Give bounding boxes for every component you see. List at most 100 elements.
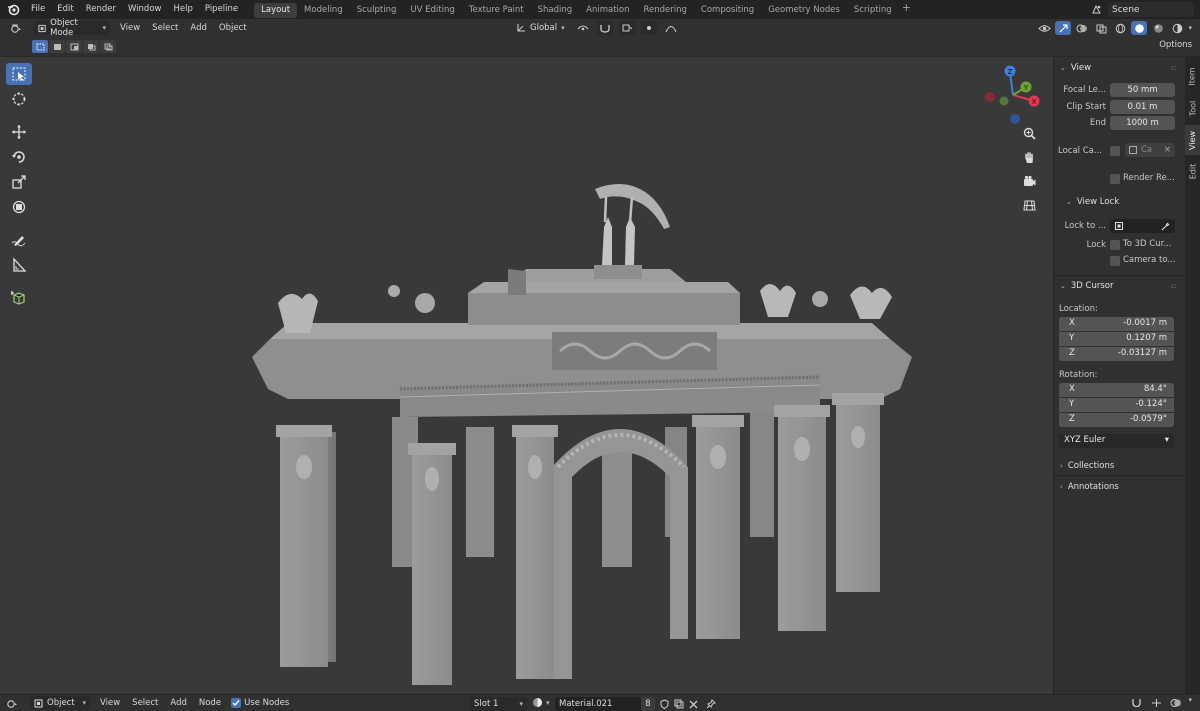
- drag-handle-icon[interactable]: ::::: [1170, 282, 1177, 290]
- camera-to-view-checkbox[interactable]: [1110, 256, 1120, 266]
- cursor-rotation-x-field[interactable]: X 84.4°: [1059, 383, 1174, 397]
- cursor-tool-icon[interactable]: [6, 88, 32, 110]
- user-count-badge[interactable]: 8: [641, 697, 655, 711]
- gizmo-toggle-icon[interactable]: [1055, 21, 1072, 35]
- shading-solid-icon[interactable]: [1131, 21, 1148, 35]
- 3d-viewport[interactable]: Z Y X: [0, 57, 1053, 694]
- shader-type-dropdown[interactable]: Object ▾: [30, 696, 90, 710]
- axis-neg-y-icon[interactable]: [999, 96, 1009, 106]
- menu-help[interactable]: Help: [167, 0, 198, 19]
- chevron-down-icon[interactable]: ▾: [1188, 696, 1192, 710]
- xray-icon[interactable]: [1093, 21, 1109, 35]
- triumphal-arch-model[interactable]: [240, 127, 930, 694]
- local-camera-field[interactable]: Ca ×: [1125, 143, 1175, 157]
- menu-pipeline[interactable]: Pipeline: [199, 0, 244, 19]
- editor-type-icon[interactable]: [8, 21, 24, 35]
- tab-texture-paint[interactable]: Texture Paint: [462, 3, 531, 18]
- focal-length-field[interactable]: 50 mm: [1110, 83, 1175, 97]
- snap-element-icon[interactable]: [1148, 696, 1164, 710]
- chevron-down-icon[interactable]: ▾: [1188, 24, 1192, 32]
- rotate-tool-icon[interactable]: [6, 146, 32, 168]
- view-panel-header[interactable]: ⌄ View: [1060, 63, 1091, 73]
- select-box-tool-icon[interactable]: [6, 63, 32, 85]
- menu-window[interactable]: Window: [122, 0, 168, 19]
- to-3d-cursor-checkbox[interactable]: [1110, 240, 1120, 250]
- snap-target-icon[interactable]: [618, 21, 635, 35]
- shading-material-icon[interactable]: [1150, 21, 1166, 35]
- menu-file[interactable]: File: [25, 0, 51, 19]
- tab-scripting[interactable]: Scripting: [847, 3, 899, 18]
- shading-rendered-icon[interactable]: [1169, 21, 1185, 35]
- pivot-point-icon[interactable]: [575, 21, 591, 35]
- snap-toggle-icon[interactable]: [596, 21, 613, 35]
- scale-tool-icon[interactable]: [6, 171, 32, 193]
- zoom-icon[interactable]: [1018, 123, 1040, 143]
- tab-geometry-nodes[interactable]: Geometry Nodes: [761, 3, 847, 18]
- add-workspace-button[interactable]: +: [902, 1, 911, 18]
- select-intersect-icon[interactable]: [100, 40, 116, 53]
- camera-view-icon[interactable]: [1018, 171, 1040, 191]
- snap-icon[interactable]: [1128, 696, 1144, 710]
- tab-shading[interactable]: Shading: [531, 3, 580, 18]
- cursor-rotation-y-field[interactable]: Y -0.124°: [1059, 398, 1174, 412]
- menu-edit[interactable]: Edit: [51, 0, 79, 19]
- tab-layout[interactable]: Layout: [254, 3, 298, 18]
- axis-neg-x-icon[interactable]: [985, 92, 995, 102]
- local-camera-checkbox[interactable]: [1110, 146, 1120, 156]
- proportional-editing-icon[interactable]: [640, 21, 657, 35]
- pin-icon[interactable]: [703, 697, 719, 711]
- cursor-location-x-field[interactable]: X -0.0017 m: [1059, 317, 1174, 331]
- use-nodes-toggle[interactable]: Use Nodes: [231, 698, 289, 708]
- menu-render[interactable]: Render: [80, 0, 122, 19]
- blender-logo-icon[interactable]: [5, 2, 21, 18]
- select-set-icon[interactable]: [32, 40, 48, 53]
- visibility-icon[interactable]: [1036, 21, 1052, 35]
- select-invert-icon[interactable]: [83, 40, 99, 53]
- tab-item[interactable]: Item: [1185, 61, 1200, 91]
- menu-view[interactable]: View: [94, 698, 126, 708]
- add-cube-tool-icon[interactable]: [6, 287, 32, 309]
- mode-dropdown[interactable]: Object Mode ▾: [34, 18, 110, 38]
- navigation-gizmo[interactable]: Z Y X: [978, 63, 1048, 129]
- collections-panel-header[interactable]: › Collections: [1060, 461, 1114, 471]
- menu-select[interactable]: Select: [126, 698, 164, 708]
- falloff-icon[interactable]: [663, 21, 679, 35]
- select-subtract-icon[interactable]: [66, 40, 82, 53]
- material-name-field[interactable]: Material.021: [555, 697, 641, 711]
- eyedropper-icon[interactable]: [1161, 222, 1170, 231]
- annotations-panel-header[interactable]: › Annotations: [1060, 482, 1119, 492]
- clear-icon[interactable]: ×: [1164, 145, 1171, 155]
- menu-add[interactable]: Add: [184, 23, 212, 33]
- overlays-icon[interactable]: [1074, 21, 1090, 35]
- view-lock-panel-header[interactable]: ⌄ View Lock: [1066, 197, 1119, 207]
- tab-uv-editing[interactable]: UV Editing: [403, 3, 461, 18]
- clip-end-field[interactable]: 1000 m: [1110, 116, 1175, 130]
- render-region-checkbox[interactable]: [1110, 174, 1120, 184]
- drag-handle-icon[interactable]: ::::: [1170, 64, 1177, 72]
- select-extend-icon[interactable]: [49, 40, 65, 53]
- shading-wireframe-icon[interactable]: [1112, 21, 1128, 35]
- scene-selector[interactable]: Scene: [1108, 2, 1194, 17]
- tab-animation[interactable]: Animation: [579, 3, 636, 18]
- annotate-tool-icon[interactable]: [6, 229, 32, 251]
- scene-icon[interactable]: [1088, 2, 1104, 17]
- menu-node[interactable]: Node: [193, 698, 227, 708]
- tab-tool[interactable]: Tool: [1185, 93, 1200, 123]
- checkmark-icon[interactable]: [231, 698, 242, 708]
- menu-add[interactable]: Add: [164, 698, 192, 708]
- menu-view[interactable]: View: [114, 23, 146, 33]
- menu-object[interactable]: Object: [213, 23, 253, 33]
- perspective-toggle-icon[interactable]: [1018, 195, 1040, 215]
- measure-tool-icon[interactable]: [6, 254, 32, 276]
- pan-hand-icon[interactable]: [1018, 147, 1040, 167]
- tab-compositing[interactable]: Compositing: [694, 3, 761, 18]
- tab-edit[interactable]: Edit: [1185, 157, 1200, 185]
- transform-tool-icon[interactable]: [6, 196, 32, 218]
- overlay-icon[interactable]: [1168, 696, 1184, 710]
- cursor-location-y-field[interactable]: Y 0.1207 m: [1059, 332, 1174, 346]
- slot-dropdown[interactable]: Slot 1 ▾: [470, 697, 527, 711]
- fake-user-shield-icon[interactable]: [656, 697, 672, 711]
- tab-sculpting[interactable]: Sculpting: [350, 3, 404, 18]
- tab-view[interactable]: View: [1185, 125, 1200, 155]
- material-browse[interactable]: ▾: [532, 697, 550, 708]
